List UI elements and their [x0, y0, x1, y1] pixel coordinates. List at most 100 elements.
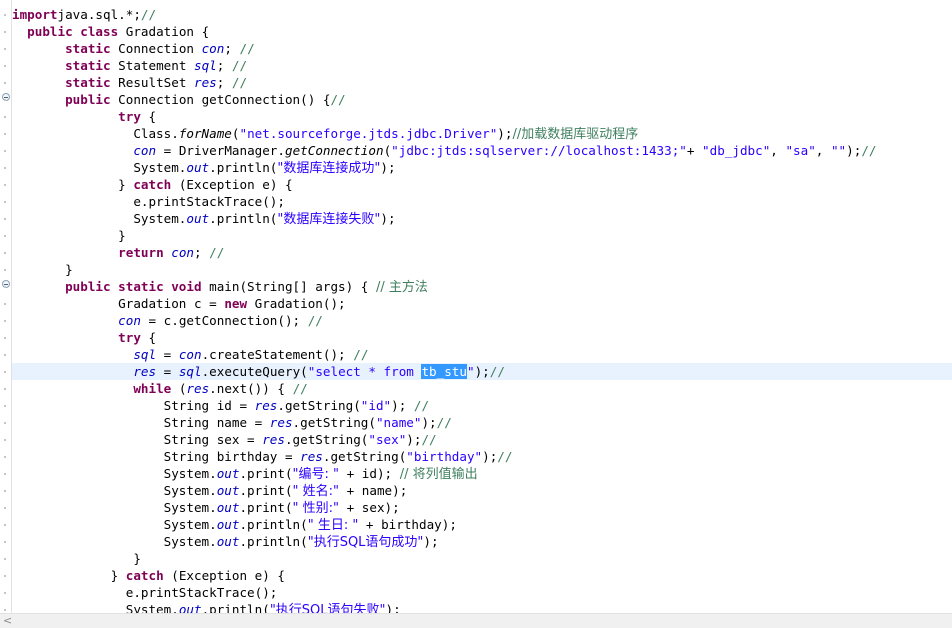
code-token: ;	[224, 41, 232, 56]
code-line[interactable]: return con; //	[12, 244, 952, 261]
code-token: import	[12, 7, 58, 22]
code-line[interactable]: Class.forName("net.sourceforge.jtds.jdbc…	[12, 125, 952, 142]
code-token: );	[474, 364, 490, 379]
code-token: .getString(	[284, 432, 369, 447]
code-token: return	[118, 245, 164, 260]
code-token: "sa"	[785, 143, 816, 158]
code-line[interactable]: }	[12, 550, 952, 567]
code-line[interactable]: }	[12, 227, 952, 244]
gutter-marker	[4, 473, 6, 475]
code-line[interactable]: con = DriverManager.getConnection("jdbc:…	[12, 142, 952, 159]
code-token: ;	[194, 245, 202, 260]
horizontal-scrollbar[interactable]: <	[0, 613, 952, 628]
gutter-marker	[4, 252, 6, 254]
code-token: );	[846, 143, 862, 158]
gutter-marker	[4, 201, 6, 203]
code-token: con	[118, 313, 141, 328]
code-token: (	[171, 381, 187, 396]
code-line[interactable]: System.out.println("执行SQL语句成功");	[12, 533, 952, 550]
code-token: //加载数据库驱动程序	[512, 127, 639, 142]
code-token: "数据库连接成功"	[277, 161, 381, 176]
code-line[interactable]: }	[12, 261, 952, 278]
code-line[interactable]: while (res.next()) { //	[12, 380, 952, 397]
code-token: "sex"	[368, 432, 407, 447]
code-token: res	[269, 415, 293, 430]
code-line[interactable]: public Connection getConnection() {//	[12, 91, 952, 108]
code-token: .println(	[209, 160, 278, 175]
code-line[interactable]: } catch (Exception e) {	[12, 567, 952, 584]
code-line[interactable]: System.out.println(" 生日: " + birthday);	[12, 516, 952, 533]
code-line[interactable]: String sex = res.getString("sex");//	[12, 431, 952, 448]
code-line[interactable]: public class Gradation {	[12, 23, 952, 40]
code-line[interactable]: } catch (Exception e) {	[12, 176, 952, 193]
code-token: .print(	[239, 500, 293, 515]
code-token: );	[380, 160, 396, 175]
code-token: static	[65, 58, 111, 73]
code-token: catch	[133, 177, 172, 192]
code-token: System.	[12, 483, 217, 498]
code-token: Gradation {	[118, 24, 210, 39]
code-line[interactable]: con = c.getConnection(); //	[12, 312, 952, 329]
code-token: System.	[12, 500, 217, 515]
gutter-marker	[4, 558, 6, 560]
gutter-marker	[4, 99, 6, 101]
scroll-left-icon[interactable]: <	[3, 614, 12, 628]
code-token: =	[156, 364, 179, 379]
code-line[interactable]: String id = res.getString("id"); //	[12, 397, 952, 414]
code-line[interactable]: try {	[12, 108, 952, 125]
code-line[interactable]: res = sql.executeQuery("select * from tb…	[12, 363, 952, 380]
code-line[interactable]: public static void main(String[] args) {…	[12, 278, 952, 295]
code-token: //	[330, 92, 346, 107]
code-token: );	[391, 398, 414, 413]
code-line[interactable]: e.printStackTrace();	[12, 193, 952, 210]
code-token: .getString(	[322, 449, 407, 464]
code-token: .println(	[239, 534, 308, 549]
code-line[interactable]: importjava.sql.*;//	[12, 6, 952, 23]
code-token: res	[262, 432, 285, 447]
code-line[interactable]: static ResultSet res; //	[12, 74, 952, 91]
code-line[interactable]: System.out.print("编号: " + id); // 将列值输出	[12, 465, 952, 482]
code-token: //	[413, 398, 430, 413]
code-token: .next()) {	[209, 381, 293, 396]
code-line[interactable]: String birthday = res.getString("birthda…	[12, 448, 952, 465]
code-line[interactable]: System.out.println("数据库连接成功");	[12, 159, 952, 176]
code-line[interactable]: static Statement sql; //	[12, 57, 952, 74]
gutter-marker	[4, 167, 6, 169]
code-token: );	[380, 211, 396, 226]
code-token: con	[133, 143, 157, 158]
code-token: .println(	[209, 211, 278, 226]
code-line[interactable]: System.out.print(" 姓名:" + name);	[12, 482, 952, 499]
code-token: con	[163, 245, 194, 260]
code-token: Gradation c =	[12, 296, 225, 311]
code-line[interactable]: static Connection con; //	[12, 40, 952, 57]
code-line[interactable]: System.out.println("数据库连接失败");	[12, 210, 952, 227]
code-editor[interactable]: importjava.sql.*;// public class Gradati…	[12, 6, 952, 614]
gutter-marker	[4, 575, 6, 577]
code-token: "select * from	[307, 364, 422, 379]
code-token: = DriverManager.	[156, 143, 285, 158]
code-token: .print(	[239, 483, 293, 498]
code-line[interactable]: System.out.print(" 性别:" + sex);	[12, 499, 952, 516]
code-token: sql	[133, 347, 157, 362]
code-line[interactable]: e.printStackTrace();	[12, 584, 952, 601]
code-token: );	[482, 449, 498, 464]
code-token: con	[201, 41, 225, 56]
code-line[interactable]: sql = con.createStatement(); //	[12, 346, 952, 363]
code-token: }	[12, 551, 141, 566]
gutter-marker	[4, 235, 6, 237]
code-token: String name =	[12, 415, 270, 430]
code-token: .getString(	[277, 398, 361, 413]
code-line[interactable]: try {	[12, 329, 952, 346]
code-token: "name"	[375, 415, 422, 430]
code-line[interactable]: String name = res.getString("name");//	[12, 414, 952, 431]
code-token: // 主方法	[375, 280, 428, 295]
code-token: out	[216, 466, 240, 481]
code-token: new	[224, 296, 248, 311]
code-token: +	[686, 143, 703, 158]
code-line[interactable]: Gradation c = new Gradation();	[12, 295, 952, 312]
